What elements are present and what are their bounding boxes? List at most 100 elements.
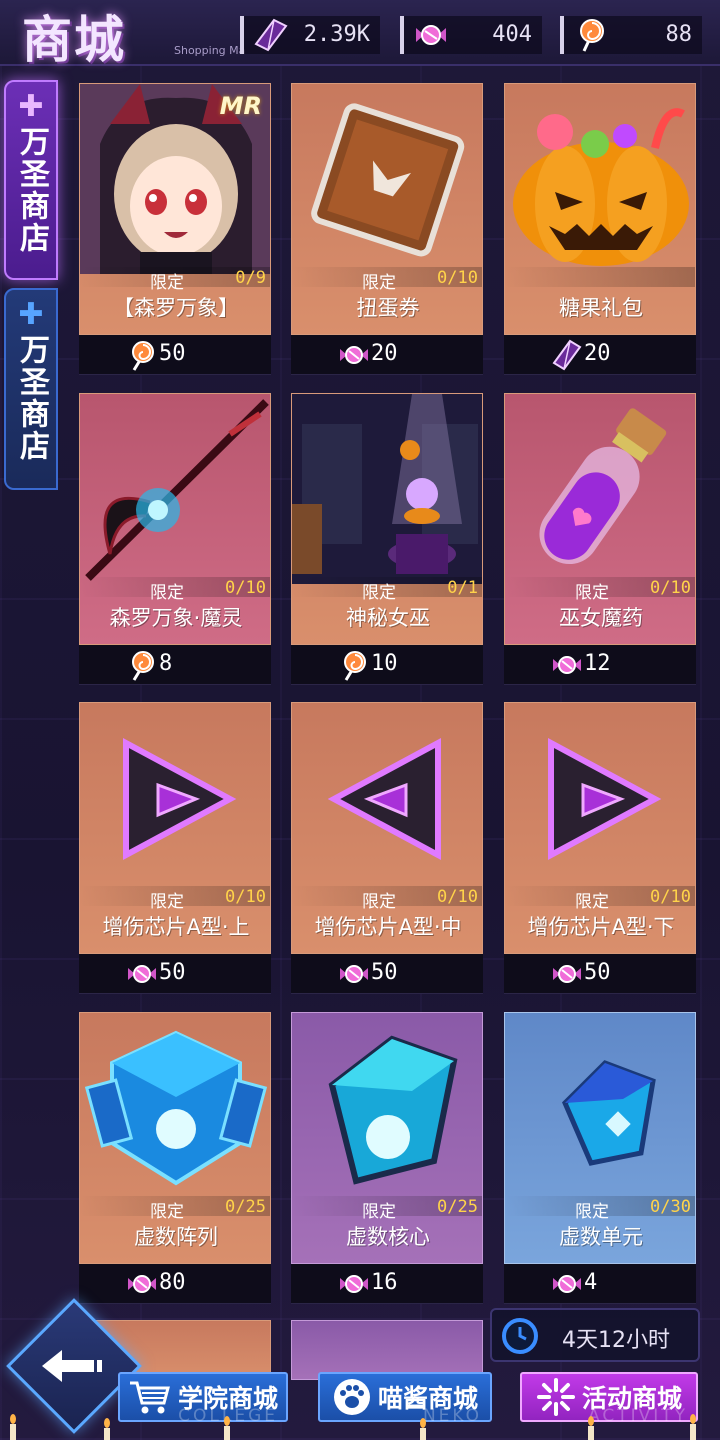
price-value: 16 xyxy=(371,1270,398,1295)
side-tab-label: 万圣商店 xyxy=(14,334,49,462)
lollipop-icon xyxy=(127,649,157,681)
price-value: 80 xyxy=(159,1270,186,1295)
side-tab-halloween-shop-1[interactable]: ✚ 万圣商店 xyxy=(4,80,58,280)
purchase-count: 0/30 xyxy=(650,1197,691,1217)
item-name: 【森罗万象】 xyxy=(113,296,239,320)
scythe-weapon-art xyxy=(80,394,270,584)
item-card[interactable]: 限定 0/10 森罗万象·魔灵 xyxy=(79,393,271,645)
limited-label: 限定 xyxy=(575,583,609,603)
limited-label: 限定 xyxy=(362,892,396,912)
item-card[interactable]: 限定 0/10 增伤芯片A型·下 xyxy=(504,702,696,954)
lollipop-icon xyxy=(339,649,369,681)
price-bar[interactable]: 4 xyxy=(504,1264,696,1304)
rarity-badge: MR xyxy=(219,92,262,120)
item-card[interactable]: MR 限定 0/9 【森罗万象】 xyxy=(79,83,271,335)
candy-icon xyxy=(552,958,582,990)
price-bar[interactable]: 20 xyxy=(291,335,483,375)
purchase-count: 0/10 xyxy=(225,578,266,598)
purchase-count: 0/10 xyxy=(650,887,691,907)
item-name: 森罗万象·魔灵 xyxy=(109,606,243,630)
limited-label: 限定 xyxy=(150,273,184,293)
price-bar[interactable]: 50 xyxy=(79,954,271,994)
lollipop-icon xyxy=(127,339,157,371)
currency-crystal[interactable]: 2.39K xyxy=(240,16,380,54)
limited-label: 限定 xyxy=(362,583,396,603)
price-bar[interactable]: 8 xyxy=(79,645,271,685)
item-name: 虚数单元 xyxy=(559,1225,643,1249)
item-card[interactable]: 限定 0/10 增伤芯片A型·中 xyxy=(291,702,483,954)
price-value: 50 xyxy=(584,960,611,985)
candy-icon xyxy=(339,1268,369,1300)
event-timer: 4天12小时 xyxy=(490,1308,700,1362)
side-tab-halloween-shop-2[interactable]: ✚ 万圣商店 xyxy=(4,288,58,490)
price-value: 50 xyxy=(159,960,186,985)
item-name: 增伤芯片A型·下 xyxy=(527,915,675,939)
purchase-count: 0/25 xyxy=(225,1197,266,1217)
limited-label: 限定 xyxy=(150,1202,184,1222)
purchase-count: 0/10 xyxy=(650,578,691,598)
purchase-count: 0/25 xyxy=(437,1197,478,1217)
item-name: 虚数核心 xyxy=(346,1225,430,1249)
price-bar[interactable]: 50 xyxy=(504,954,696,994)
cube-array-art xyxy=(80,1013,270,1203)
item-name: 虚数阵列 xyxy=(134,1225,218,1249)
crystal-icon xyxy=(254,18,288,52)
purchase-count: 0/1 xyxy=(447,578,478,598)
price-value: 50 xyxy=(159,341,186,366)
witch-room-art xyxy=(292,394,482,584)
item-card[interactable]: 限定 0/25 虚数核心 xyxy=(291,1012,483,1264)
item-card-partial[interactable] xyxy=(291,1320,483,1380)
candy-icon xyxy=(552,1268,582,1300)
price-bar[interactable]: 50 xyxy=(79,335,271,375)
plus-icon: ✚ xyxy=(18,297,44,332)
item-card[interactable]: 限定 0/10 巫女魔药 xyxy=(504,393,696,645)
potion-bottle-art xyxy=(505,394,695,584)
back-arrow-icon xyxy=(42,1350,102,1382)
item-name: 巫女魔药 xyxy=(559,606,643,630)
item-card[interactable]: 限定 0/1 神秘女巫 xyxy=(291,393,483,645)
purchase-count: 0/10 xyxy=(437,887,478,907)
limited-label: 限定 xyxy=(150,892,184,912)
price-value: 50 xyxy=(371,960,398,985)
price-bar[interactable]: 50 xyxy=(291,954,483,994)
purchase-count: 0/10 xyxy=(225,887,266,907)
side-tab-label: 万圣商店 xyxy=(14,126,49,254)
chip-right-art xyxy=(505,703,695,893)
price-bar[interactable]: 10 xyxy=(291,645,483,685)
lollipop-icon xyxy=(580,19,604,52)
page-subtitle: Shopping Ma xyxy=(174,44,246,57)
price-value: 4 xyxy=(584,1270,598,1295)
price-bar[interactable]: 12 xyxy=(504,645,696,685)
limited-label: 限定 xyxy=(575,1202,609,1222)
item-card[interactable]: 糖果礼包 xyxy=(504,83,696,335)
top-bar: 商城 Shopping Ma 2.39K 404 88 xyxy=(0,0,720,69)
item-name: 扭蛋券 xyxy=(356,296,420,320)
candy-icon xyxy=(416,25,446,45)
price-value: 20 xyxy=(584,341,611,366)
purchase-count: 0/9 xyxy=(235,268,266,288)
price-bar[interactable]: 16 xyxy=(291,1264,483,1304)
limited-label: 限定 xyxy=(362,273,396,293)
price-bar[interactable]: 80 xyxy=(79,1264,271,1304)
price-bar[interactable]: 20 xyxy=(504,335,696,375)
currency-candy[interactable]: 404 xyxy=(400,16,542,54)
item-card[interactable]: 限定 0/10 扭蛋券 xyxy=(291,83,483,335)
gacha-ticket-art xyxy=(292,84,482,274)
pumpkin-candy-bucket-art xyxy=(505,84,695,274)
currency-value: 2.39K xyxy=(303,22,370,47)
price-value: 10 xyxy=(371,651,398,676)
purchase-count: 0/10 xyxy=(437,268,478,288)
chip-right-art xyxy=(80,703,270,893)
currency-lollipop[interactable]: 88 xyxy=(560,16,702,54)
candy-icon xyxy=(127,1268,157,1300)
limit-row xyxy=(505,267,695,287)
item-card[interactable]: 限定 0/25 虚数阵列 xyxy=(79,1012,271,1264)
limited-label: 限定 xyxy=(362,1202,396,1222)
item-card[interactable]: 限定 0/10 增伤芯片A型·上 xyxy=(79,702,271,954)
item-card[interactable]: 限定 0/30 虚数单元 xyxy=(504,1012,696,1264)
price-value: 12 xyxy=(584,651,611,676)
plus-icon: ✚ xyxy=(18,89,44,124)
item-name: 增伤芯片A型·中 xyxy=(314,915,462,939)
limited-label: 限定 xyxy=(575,892,609,912)
item-name: 增伤芯片A型·上 xyxy=(102,915,250,939)
